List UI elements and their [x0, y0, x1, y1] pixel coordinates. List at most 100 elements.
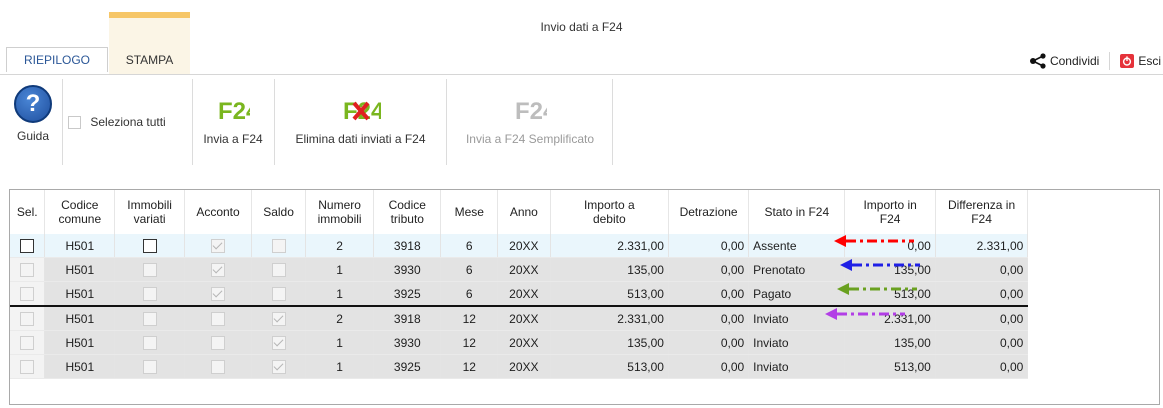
share-button[interactable]: Condividi — [1029, 53, 1099, 69]
exit-button[interactable]: Esci — [1120, 54, 1161, 68]
cell-saldo — [251, 306, 307, 331]
cell-codice-tributo: 3930 — [373, 330, 442, 355]
cell-numero-immobili: 1 — [305, 281, 375, 307]
elimina-dati-button[interactable]: F24 Elimina dati inviati a F24 — [278, 79, 443, 167]
tab-riepilogo[interactable]: RIEPILOGO — [6, 47, 108, 72]
cell-acconto — [184, 257, 253, 282]
cell-codice-comune: H501 — [44, 257, 116, 282]
cell-saldo — [251, 330, 307, 355]
immobili-variati-checkbox — [142, 335, 157, 350]
cell-importo-in-f24: 135,00 — [844, 330, 936, 355]
table-row[interactable]: H501 2 3918 6 20XX 2.331,00 0,00 Assente… — [10, 234, 1159, 258]
cell-numero-immobili: 1 — [305, 257, 375, 282]
col-header-acconto[interactable]: Acconto — [184, 190, 253, 234]
cell-saldo — [251, 257, 307, 282]
row-select-cell[interactable] — [10, 234, 46, 258]
tab-stampa[interactable]: STAMPA — [109, 53, 190, 67]
col-header-anno[interactable]: Anno — [497, 190, 551, 234]
annotation-arrow-prenotato — [840, 259, 920, 271]
col-header-importo-in-f24[interactable]: Importo in F24 — [844, 190, 936, 234]
cell-saldo — [251, 281, 307, 307]
ribbon-divider — [274, 79, 275, 165]
cell-mese: 6 — [440, 257, 499, 282]
cell-empty — [1027, 281, 1159, 306]
row-select-checkbox[interactable] — [20, 238, 35, 253]
cell-anno: 20XX — [497, 257, 551, 282]
col-header-codice-comune[interactable]: Codice comune — [44, 190, 116, 234]
row-select-checkbox — [20, 359, 35, 374]
exit-icon — [1120, 54, 1135, 68]
cell-stato: Prenotato — [748, 257, 846, 282]
cell-mese: 6 — [440, 234, 499, 258]
acconto-checkbox — [211, 335, 226, 350]
table-row[interactable]: H501 1 3930 12 20XX 135,00 0,00 Inviato … — [10, 330, 1159, 355]
select-all-checkbox[interactable] — [68, 116, 81, 130]
invia-f24-button[interactable]: F24 Invia a F24 — [195, 79, 271, 167]
ribbon-divider — [446, 79, 447, 165]
annotation-arrow-assente — [834, 235, 914, 247]
immobili-variati-checkbox[interactable] — [142, 238, 157, 253]
guida-button[interactable]: ? Guida — [8, 79, 58, 167]
acconto-checkbox — [211, 359, 226, 374]
row-select-cell[interactable] — [10, 354, 46, 379]
col-header-sel[interactable]: Sel. — [10, 190, 46, 234]
cell-acconto — [184, 354, 253, 379]
select-all-control[interactable]: Seleziona tutti — [68, 115, 166, 135]
cell-codice-comune: H501 — [44, 330, 116, 355]
cell-differenza: 0,00 — [935, 257, 1029, 282]
cell-codice-tributo: 3925 — [373, 281, 442, 307]
col-header-saldo[interactable]: Saldo — [251, 190, 307, 234]
cell-stato: Pagato — [748, 281, 846, 307]
cell-acconto — [184, 281, 253, 307]
col-header-mese[interactable]: Mese — [440, 190, 499, 234]
table-row[interactable]: H501 1 3925 6 20XX 513,00 0,00 Pagato 51… — [10, 281, 1159, 307]
immobili-variati-checkbox — [142, 262, 157, 277]
saldo-checkbox — [271, 262, 286, 277]
cell-numero-immobili: 1 — [305, 330, 375, 355]
invia-f24-semplificato-button[interactable]: F24 Invia a F24 Semplificato — [450, 79, 610, 167]
row-select-checkbox — [20, 335, 35, 350]
ribbon-divider — [62, 79, 63, 165]
col-header-stato[interactable]: Stato in F24 — [748, 190, 846, 234]
f24-data-grid: Sel. Codice comune Immobili variati Accont… — [9, 189, 1160, 405]
cell-saldo — [251, 234, 307, 258]
cell-saldo — [251, 354, 307, 379]
cell-differenza: 0,00 — [935, 281, 1029, 307]
cell-empty — [1027, 234, 1159, 258]
row-select-cell[interactable] — [10, 257, 46, 282]
cell-acconto — [184, 306, 253, 331]
svg-text:F24: F24 — [515, 98, 547, 125]
cell-mese: 6 — [440, 281, 499, 307]
ribbon-divider — [612, 79, 613, 165]
cell-codice-comune: H501 — [44, 234, 116, 258]
row-select-cell[interactable] — [10, 330, 46, 355]
guida-label: Guida — [16, 129, 50, 143]
f24-icon: F24 — [218, 98, 260, 125]
invia-f24-semplificato-label: Invia a F24 Semplificato — [465, 132, 595, 146]
ribbon-toolbar: ? Guida Seleziona tutti F24 Invia a F24 … — [0, 74, 1163, 183]
select-all-label: Seleziona tutti — [90, 115, 166, 129]
acconto-checkbox — [211, 286, 226, 301]
table-row[interactable]: H501 1 3930 6 20XX 135,00 0,00 Prenotato… — [10, 257, 1159, 282]
table-row[interactable]: H501 2 3918 12 20XX 2.331,00 0,00 Inviat… — [10, 306, 1159, 331]
row-select-cell[interactable] — [10, 281, 46, 307]
cell-anno: 20XX — [497, 354, 551, 379]
table-row[interactable]: H501 1 3925 12 20XX 513,00 0,00 Inviato … — [10, 354, 1159, 379]
share-icon — [1029, 53, 1046, 69]
col-header-detrazione[interactable]: Detrazione — [668, 190, 750, 234]
row-select-cell[interactable] — [10, 306, 46, 331]
cell-importo-debito: 2.331,00 — [550, 234, 669, 258]
col-header-differenza[interactable]: Differenza in F24 — [935, 190, 1029, 234]
cell-immobili-variati[interactable] — [114, 234, 185, 258]
cell-importo-debito: 135,00 — [550, 330, 669, 355]
col-header-immobili-variati[interactable]: Immobili variati — [114, 190, 185, 234]
delete-f24-icon: F24 — [343, 98, 385, 125]
ribbon-divider — [192, 79, 193, 165]
cell-importo-debito: 135,00 — [550, 257, 669, 282]
cell-codice-tributo: 3918 — [373, 306, 442, 331]
col-header-importo-debito[interactable]: Importo a debito — [550, 190, 669, 234]
cell-immobili-variati — [114, 306, 185, 331]
col-header-codice-tributo[interactable]: Codice tributo — [373, 190, 442, 234]
col-header-numero-immobili[interactable]: Numero immobili — [305, 190, 375, 234]
cell-empty — [1027, 306, 1159, 331]
